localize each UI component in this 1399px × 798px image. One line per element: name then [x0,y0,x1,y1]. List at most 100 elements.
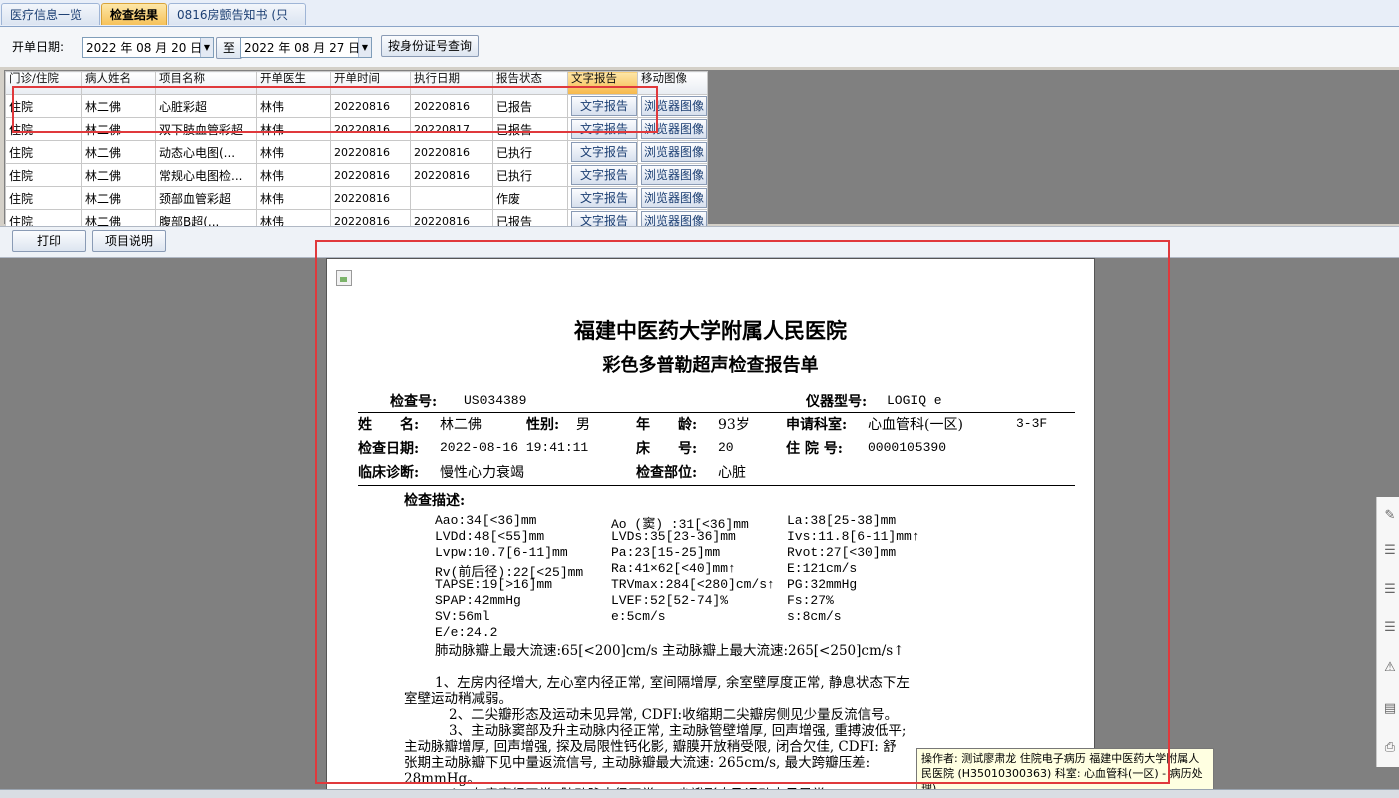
cell: 林伟 [256,117,331,141]
dept-label: 申请科室: [786,417,848,433]
tab-exam-results[interactable]: 检查结果 [101,3,167,25]
text-report-button[interactable]: 文字报告 [571,96,637,116]
table-row[interactable]: 住院 林二佛 动态心电图(... 林伟 20220816 20220816 已执… [5,140,708,164]
id-query-button[interactable]: 按身份证号查询 [381,35,479,57]
text-report-button[interactable]: 文字报告 [571,119,637,139]
measurement: TRVmax:284[<280]cm/s↑ [611,577,775,592]
date-to-value: 2022 年 08 月 27 日 [244,41,361,55]
measurement: e:5cm/s [611,609,666,624]
cell: 已报告 [492,94,568,118]
results-table: 门诊/住院 病人姓名 项目名称 开单医生 开单时间 执行日期 报告状态 文字报告… [5,71,708,233]
list-icon[interactable]: ☰ [1383,583,1397,597]
cell: 住院 [5,94,82,118]
action-bar [0,226,1399,258]
cell [410,186,493,210]
cell: 林伟 [256,186,331,210]
inpatient-no: 0000105390 [868,440,947,455]
age-label: 年 龄: [636,417,698,433]
browser-image-button[interactable]: 浏览器图像 [641,142,707,162]
cell: 林二佛 [81,186,156,210]
cell: 文字报告 [567,163,638,187]
browser-image-button[interactable]: 浏览器图像 [641,96,707,116]
results-grid-area: 门诊/住院 病人姓名 项目名称 开单医生 开单时间 执行日期 报告状态 文字报告… [4,70,1399,233]
measurement: SPAP:42mmHg [435,593,521,608]
patient-age: 93岁 [718,417,750,433]
col-header[interactable]: 开单医生 [256,71,331,95]
cell: 浏览器图像 [637,163,708,187]
cell: 已执行 [492,140,568,164]
cell: 文字报告 [567,186,638,210]
chevron-down-icon[interactable]: ▼ [358,38,371,57]
cell: 已报告 [492,117,568,141]
print-icon[interactable]: ⎙ [1383,741,1397,755]
col-header[interactable]: 项目名称 [155,71,257,95]
cell: 20220816 [330,117,411,141]
list-icon[interactable]: ☰ [1383,544,1397,558]
diagnosis: 慢性心力衰竭 [440,465,524,481]
table-row[interactable]: 住院 林二佛 颈部血管彩超 林伟 20220816 作废 文字报告 浏览器图像 [5,186,708,210]
measurement: s:8cm/s [787,609,842,624]
table-header: 门诊/住院 病人姓名 项目名称 开单医生 开单时间 执行日期 报告状态 文字报告… [5,71,708,95]
print-button[interactable]: 打印 [12,230,86,252]
table-row[interactable]: 住院 林二佛 常规心电图检... 林伟 20220816 20220816 已执… [5,163,708,187]
table-row[interactable]: 住院 林二佛 双下肢血管彩超 林伟 20220816 20220817 已报告 … [5,117,708,141]
edit-icon[interactable]: ✎ [1383,509,1397,523]
measurement: LVEF:52[52-74]% [611,593,729,608]
cell: 双下肢血管彩超 [155,117,257,141]
patient-name: 林二佛 [440,417,482,433]
chevron-down-icon[interactable]: ▼ [200,38,213,57]
col-header[interactable]: 开单时间 [330,71,411,95]
operator-tooltip: 操作者: 测试廖肃龙 住院电子病历 福建中医药大学附属人民医院 (H350103… [916,748,1214,792]
desc-label: 检查描述: [404,493,466,509]
col-header[interactable]: 病人姓名 [81,71,156,95]
date-label: 开单日期: [12,40,65,54]
cell: 住院 [5,117,82,141]
name-label: 姓 名: [358,417,420,433]
exam-no-label: 检查号: [390,394,438,410]
measurement: Fs:27% [787,593,834,608]
browser-image-button[interactable]: 浏览器图像 [641,165,707,185]
cell: 林伟 [256,94,331,118]
broken-image-icon [336,270,352,286]
cell: 20220816 [410,94,493,118]
col-header[interactable]: 移动图像 [637,71,708,95]
cell: 住院 [5,140,82,164]
text-report-button[interactable]: 文字报告 [571,188,637,208]
date-to-picker[interactable]: 2022 年 08 月 27 日 ▼ [240,37,372,58]
col-header[interactable]: 文字报告 [567,71,638,95]
browser-image-button[interactable]: 浏览器图像 [641,119,707,139]
browser-image-button[interactable]: 浏览器图像 [641,188,707,208]
text-report-button[interactable]: 文字报告 [571,165,637,185]
cell: 林伟 [256,163,331,187]
hospital-name: 福建中医药大学附属人民医院 [574,318,847,343]
measurement: SV:56ml [435,609,490,624]
table-row[interactable]: 住院 林二佛 心脏彩超 林伟 20220816 20220816 已报告 文字报… [5,94,708,118]
cell: 作废 [492,186,568,210]
col-header[interactable]: 执行日期 [410,71,493,95]
document-icon[interactable]: ▤ [1383,702,1397,716]
cell: 颈部血管彩超 [155,186,257,210]
tab-medical-overview[interactable]: 医疗信息一览表 [1,3,100,44]
warning-icon[interactable]: ⚠ [1383,661,1397,675]
col-header[interactable]: 报告状态 [492,71,568,95]
measurement: LVDd:48[<55]mm [435,529,545,544]
bed-label: 床 号: [636,441,698,457]
side-toolbar: ✎ ☰ ☰ ☰ ⚠ ▤ ⎙ [1376,497,1399,767]
sex-label: 性别: [526,417,560,433]
exam-no: US034389 [464,393,527,408]
divider [358,485,1075,486]
text-report-button[interactable]: 文字报告 [571,142,637,162]
measurement: PG:32mmHg [787,577,858,592]
col-header[interactable]: 门诊/住院 [5,71,82,95]
list-icon[interactable]: ☰ [1383,621,1397,635]
item-description-button[interactable]: 项目说明 [92,230,166,252]
tab-consent-form[interactable]: 0816房颤告知书 (只读) [168,3,306,44]
cell: 林二佛 [81,163,156,187]
measurement: TAPSE:19[>16]mm [435,577,553,592]
cell: 林二佛 [81,140,156,164]
date-from-picker[interactable]: 2022 年 08 月 20 日 ▼ [82,37,214,58]
cell: 文字报告 [567,140,638,164]
measurement: Lvpw:10.7[6-11]mm [435,545,568,560]
measurement: E:121cm/s [787,561,858,576]
cell: 浏览器图像 [637,117,708,141]
